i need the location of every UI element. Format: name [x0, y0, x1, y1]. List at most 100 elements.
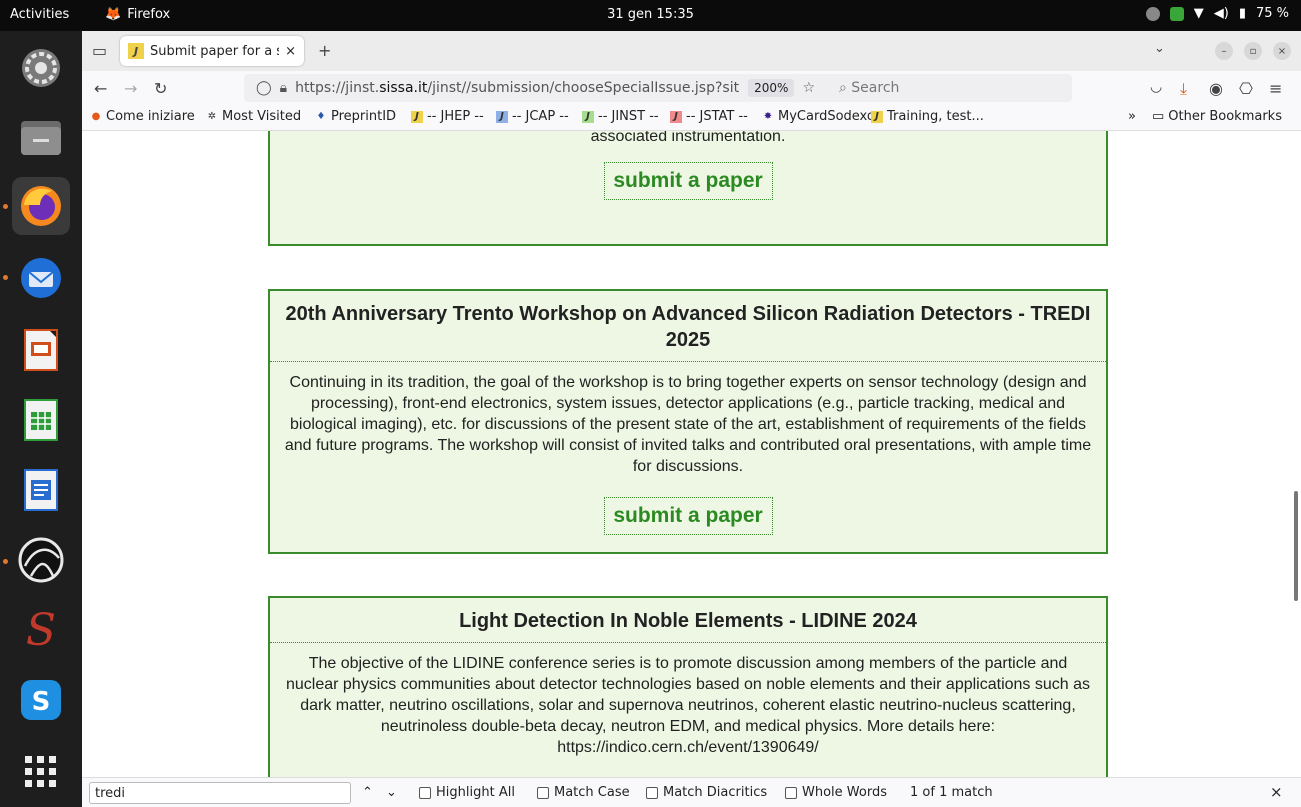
app-grid-icon	[25, 756, 56, 787]
search-box[interactable]: ⌕ Search	[823, 80, 899, 96]
submit-paper-button-tredi[interactable]: submit a paper	[603, 497, 773, 535]
minimize-button[interactable]: –	[1215, 42, 1233, 60]
jstat-favicon-icon: J	[670, 110, 682, 123]
jcap-favicon-icon: J	[496, 110, 508, 123]
dock-calc[interactable]	[12, 391, 70, 449]
training-favicon-icon: J	[871, 110, 883, 123]
bookmark-most-visited[interactable]: ✲ Most Visited	[206, 109, 301, 124]
system-top-bar: Activities 🦊 Firefox 31 gen 15:35 ▼ ◀) ▮…	[0, 0, 1301, 31]
zoom-indicator[interactable]: 200%	[748, 79, 795, 97]
checkbox-icon	[785, 786, 797, 799]
extensions-icon[interactable]: ⎔	[1239, 79, 1253, 98]
system-tray[interactable]: ▼ ◀) ▮ 75 %	[1145, 6, 1289, 21]
show-apps-button[interactable]	[12, 743, 70, 801]
folder-icon: ▭	[1152, 109, 1165, 124]
submit-paper-button-prev[interactable]: submit a paper	[603, 162, 773, 200]
volume-icon: ◀)	[1213, 6, 1229, 21]
match-diacritics-checkbox[interactable]: Match Diacritics	[646, 785, 767, 800]
scrollbar-thumb[interactable]	[1294, 491, 1298, 601]
forward-arrow-icon[interactable]: →	[124, 79, 137, 98]
whole-words-checkbox[interactable]: Whole Words	[785, 785, 887, 800]
bookmark-jinst[interactable]: J -- JINST --	[582, 109, 659, 124]
lock-icon[interactable]: 🔒︎	[280, 80, 287, 96]
writer-icon	[24, 469, 58, 511]
close-window-button[interactable]: ×	[1273, 42, 1291, 60]
shield-icon	[1169, 6, 1184, 21]
sodexo-star-icon: ✸	[763, 111, 773, 122]
bookmark-come-iniziare[interactable]: ● Come iniziare	[90, 109, 195, 124]
tab-list-icon[interactable]: ▭	[92, 41, 107, 60]
tab-overflow-chevron-icon[interactable]: ⌄	[1154, 41, 1165, 56]
checkbox-icon	[646, 786, 658, 799]
bookmark-star-icon[interactable]: ☆	[802, 80, 815, 96]
dock-settings[interactable]	[12, 39, 70, 97]
files-folder-icon	[21, 121, 61, 155]
highlight-all-checkbox[interactable]: Highlight All	[419, 785, 515, 800]
tab-submit-paper[interactable]: J Submit paper for a s ×	[120, 36, 304, 66]
issue-card-lidine: Light Detection In Noble Elements - LIDI…	[268, 596, 1108, 777]
thunderbird-icon	[21, 258, 61, 298]
tab-close-icon[interactable]: ×	[285, 44, 296, 59]
match-case-checkbox[interactable]: Match Case	[537, 785, 630, 800]
bookmark-jcap[interactable]: J -- JCAP --	[496, 109, 569, 124]
new-tab-plus-icon[interactable]: +	[318, 41, 331, 60]
bookmarks-overflow-button[interactable]: »	[1128, 109, 1136, 124]
bookmark-training[interactable]: J Training, test...	[871, 109, 984, 124]
menu-hamburger-icon[interactable]: ≡	[1269, 79, 1282, 98]
dock-files[interactable]	[12, 108, 70, 166]
preprintid-icon: ♦	[316, 111, 326, 122]
dock-thunderbird[interactable]	[12, 249, 70, 307]
tab-title: Submit paper for a s	[150, 43, 280, 59]
address-bar[interactable]: ◯ 🔒︎ https://jinst.sissa.it/jinst//submi…	[244, 74, 1072, 102]
wifi-icon: ▼	[1193, 6, 1204, 21]
svg-text:S: S	[26, 605, 56, 655]
calc-icon	[24, 399, 58, 441]
updates-icon	[1145, 6, 1160, 21]
checkbox-icon	[537, 786, 549, 799]
prev-issue-card: diverse fields such as particle and astr…	[268, 131, 1108, 246]
find-previous-icon[interactable]: ⌃	[362, 785, 373, 800]
svg-text:S: S	[32, 687, 51, 717]
issue-description-lidine: The objective of the LIDINE conference s…	[285, 655, 1091, 756]
maximize-button[interactable]: ▫	[1244, 42, 1262, 60]
reload-icon[interactable]: ↻	[154, 79, 167, 98]
firefox-logo-icon	[21, 186, 61, 226]
navigation-toolbar: ← → ↻ ◯ 🔒︎ https://jinst.sissa.it/jinst/…	[82, 71, 1301, 105]
bookmarks-toolbar: ● Come iniziare ✲ Most Visited ♦ PreprintID…	[82, 105, 1301, 131]
find-input[interactable]	[89, 782, 351, 804]
page-content: diverse fields such as particle and astr…	[82, 131, 1301, 777]
back-arrow-icon[interactable]: ←	[94, 79, 107, 98]
find-close-icon[interactable]: ×	[1270, 783, 1283, 801]
other-bookmarks-folder[interactable]: ▭ Other Bookmarks	[1152, 109, 1282, 124]
clock[interactable]: 31 gen 15:35	[0, 7, 1301, 22]
pocket-icon[interactable]: ◡	[1150, 79, 1162, 95]
bookmark-preprintid[interactable]: ♦ PreprintID	[315, 109, 397, 124]
jinst-small-icon: J	[582, 110, 594, 123]
url-text[interactable]: https://jinst.sissa.it/jinst//submission…	[295, 80, 740, 96]
account-icon[interactable]: ◉	[1209, 79, 1223, 98]
bookmark-jhep[interactable]: J -- JHEP --	[411, 109, 484, 124]
downloads-icon[interactable]: ⤓	[1180, 79, 1187, 99]
bookmark-mycardsodexo[interactable]: ✸ MyCardSodexo	[762, 109, 875, 124]
issue-description-tredi: Continuing in its tradition, the goal of…	[284, 374, 1092, 475]
dock-writer[interactable]	[12, 461, 70, 519]
find-next-icon[interactable]: ⌄	[386, 785, 397, 800]
battery-icon: ▮	[1238, 6, 1246, 21]
bookmark-jstat[interactable]: J -- JSTAT --	[670, 109, 748, 124]
dock-skype[interactable]: S	[12, 671, 70, 729]
find-bar: ⌃ ⌄ Highlight All Match Case Match Diacr…	[82, 777, 1301, 807]
issue-title-tredi: 20th Anniversary Trento Workshop on Adva…	[270, 291, 1106, 362]
dock-firefox[interactable]	[12, 177, 70, 235]
dock-impress[interactable]	[12, 321, 70, 379]
shield-tracking-icon[interactable]: ◯	[256, 80, 272, 96]
dock-s-app[interactable]: S	[12, 601, 70, 659]
checkbox-icon	[419, 786, 431, 799]
prev-card-description: diverse fields such as particle and astr…	[590, 131, 786, 145]
skype-icon: S	[21, 680, 61, 720]
battery-level: 75 %	[1255, 6, 1289, 21]
dock-globe-app[interactable]	[12, 531, 70, 589]
tab-bar: ▭ J Submit paper for a s × + ⌄ – ▫ ×	[82, 31, 1301, 71]
gear-small-icon: ✲	[207, 111, 217, 122]
globe-icon	[18, 537, 64, 583]
issue-card-tredi: 20th Anniversary Trento Workshop on Adva…	[268, 289, 1108, 554]
